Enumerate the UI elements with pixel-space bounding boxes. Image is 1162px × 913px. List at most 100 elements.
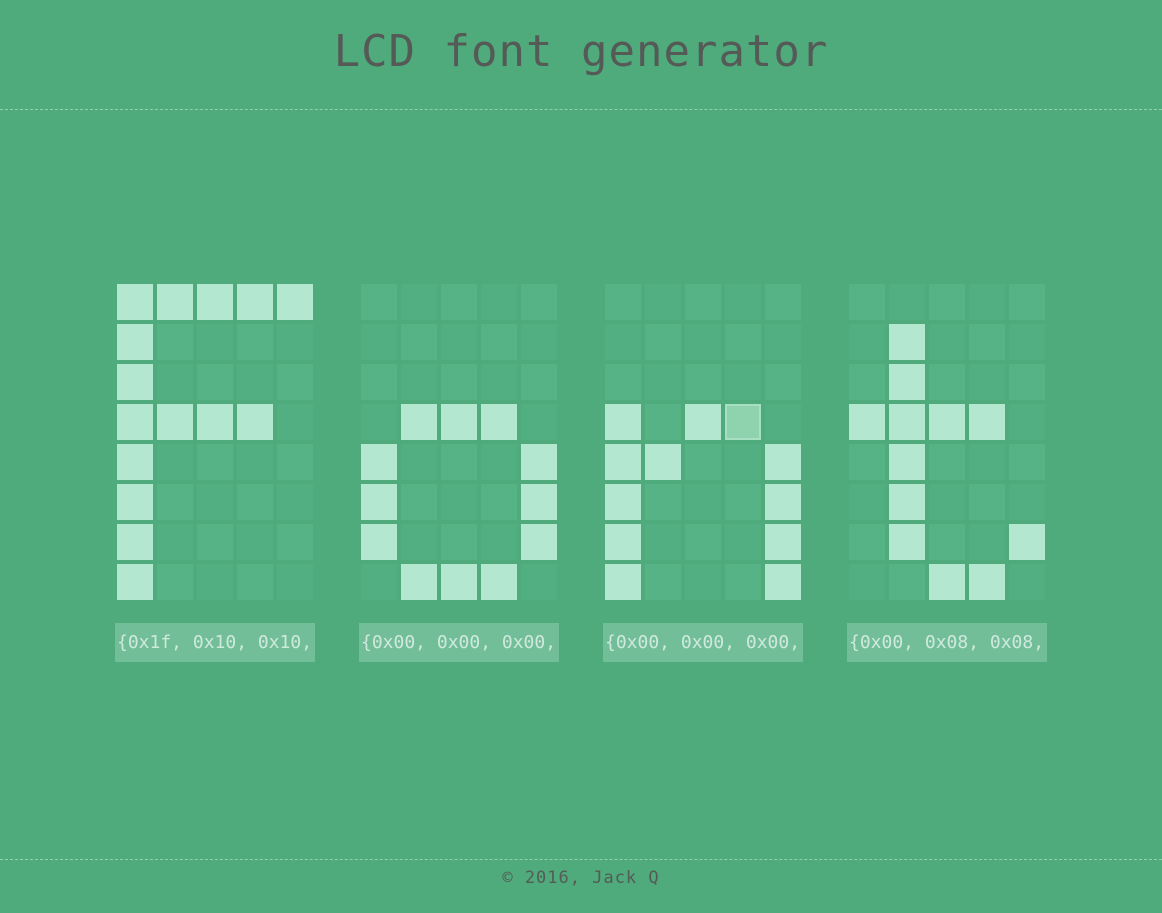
pixel-toggle[interactable]: [765, 404, 801, 440]
pixel-toggle[interactable]: [441, 284, 477, 320]
pixel-toggle[interactable]: [277, 444, 313, 480]
pixel-toggle[interactable]: [765, 324, 801, 360]
pixel-toggle[interactable]: [237, 324, 273, 360]
pixel-toggle[interactable]: [401, 484, 437, 520]
pixel-toggle[interactable]: [605, 324, 641, 360]
pixel-toggle[interactable]: [157, 404, 193, 440]
pixel-toggle[interactable]: [441, 484, 477, 520]
pixel-toggle[interactable]: [441, 524, 477, 560]
pixel-toggle[interactable]: [929, 284, 965, 320]
pixel-toggle[interactable]: [685, 444, 721, 480]
pixel-toggle[interactable]: [361, 404, 397, 440]
pixel-toggle[interactable]: [197, 444, 233, 480]
pixel-toggle[interactable]: [401, 564, 437, 600]
pixel-toggle[interactable]: [441, 364, 477, 400]
pixel-toggle[interactable]: [237, 404, 273, 440]
pixel-toggle[interactable]: [117, 484, 153, 520]
pixel-toggle[interactable]: [277, 324, 313, 360]
pixel-toggle[interactable]: [1009, 324, 1045, 360]
pixel-toggle[interactable]: [237, 484, 273, 520]
pixel-toggle[interactable]: [361, 444, 397, 480]
pixel-toggle[interactable]: [889, 324, 925, 360]
pixel-toggle[interactable]: [969, 404, 1005, 440]
pixel-toggle[interactable]: [157, 324, 193, 360]
pixel-toggle[interactable]: [521, 484, 557, 520]
pixel-toggle[interactable]: [645, 484, 681, 520]
pixel-toggle[interactable]: [521, 324, 557, 360]
pixel-toggle[interactable]: [481, 284, 517, 320]
pixel-toggle[interactable]: [725, 444, 761, 480]
pixel-toggle[interactable]: [157, 484, 193, 520]
glyph-2-hex-code-field[interactable]: [359, 623, 559, 662]
pixel-toggle[interactable]: [849, 324, 885, 360]
pixel-toggle[interactable]: [481, 444, 517, 480]
pixel-toggle[interactable]: [1009, 364, 1045, 400]
pixel-toggle[interactable]: [197, 404, 233, 440]
pixel-toggle[interactable]: [481, 364, 517, 400]
pixel-toggle[interactable]: [605, 524, 641, 560]
pixel-toggle[interactable]: [929, 524, 965, 560]
pixel-toggle[interactable]: [849, 524, 885, 560]
pixel-toggle[interactable]: [157, 444, 193, 480]
pixel-toggle[interactable]: [361, 364, 397, 400]
pixel-toggle[interactable]: [685, 484, 721, 520]
pixel-toggle[interactable]: [481, 524, 517, 560]
pixel-toggle[interactable]: [645, 444, 681, 480]
pixel-toggle[interactable]: [725, 284, 761, 320]
pixel-toggle[interactable]: [237, 524, 273, 560]
pixel-toggle[interactable]: [929, 564, 965, 600]
pixel-toggle[interactable]: [889, 284, 925, 320]
pixel-toggle[interactable]: [929, 444, 965, 480]
pixel-toggle[interactable]: [645, 324, 681, 360]
pixel-toggle[interactable]: [237, 364, 273, 400]
pixel-toggle[interactable]: [117, 404, 153, 440]
pixel-toggle[interactable]: [645, 564, 681, 600]
pixel-toggle[interactable]: [849, 444, 885, 480]
pixel-toggle[interactable]: [725, 404, 761, 440]
pixel-toggle[interactable]: [685, 284, 721, 320]
pixel-toggle[interactable]: [157, 564, 193, 600]
pixel-toggle[interactable]: [157, 364, 193, 400]
pixel-toggle[interactable]: [237, 564, 273, 600]
pixel-toggle[interactable]: [929, 404, 965, 440]
pixel-toggle[interactable]: [969, 364, 1005, 400]
pixel-toggle[interactable]: [441, 404, 477, 440]
pixel-toggle[interactable]: [197, 324, 233, 360]
pixel-toggle[interactable]: [645, 364, 681, 400]
pixel-toggle[interactable]: [1009, 564, 1045, 600]
pixel-toggle[interactable]: [849, 484, 885, 520]
pixel-toggle[interactable]: [1009, 444, 1045, 480]
pixel-toggle[interactable]: [237, 444, 273, 480]
pixel-toggle[interactable]: [685, 564, 721, 600]
pixel-toggle[interactable]: [969, 484, 1005, 520]
pixel-toggle[interactable]: [765, 564, 801, 600]
pixel-toggle[interactable]: [197, 284, 233, 320]
pixel-toggle[interactable]: [361, 284, 397, 320]
pixel-toggle[interactable]: [969, 324, 1005, 360]
pixel-toggle[interactable]: [929, 324, 965, 360]
pixel-toggle[interactable]: [481, 484, 517, 520]
pixel-toggle[interactable]: [645, 404, 681, 440]
pixel-toggle[interactable]: [849, 564, 885, 600]
pixel-toggle[interactable]: [889, 524, 925, 560]
pixel-toggle[interactable]: [605, 364, 641, 400]
pixel-toggle[interactable]: [521, 444, 557, 480]
pixel-toggle[interactable]: [521, 404, 557, 440]
pixel-toggle[interactable]: [849, 404, 885, 440]
pixel-toggle[interactable]: [117, 364, 153, 400]
pixel-toggle[interactable]: [521, 284, 557, 320]
pixel-toggle[interactable]: [157, 524, 193, 560]
pixel-toggle[interactable]: [481, 564, 517, 600]
pixel-toggle[interactable]: [969, 444, 1005, 480]
pixel-toggle[interactable]: [277, 284, 313, 320]
pixel-toggle[interactable]: [645, 284, 681, 320]
pixel-toggle[interactable]: [401, 524, 437, 560]
pixel-toggle[interactable]: [765, 364, 801, 400]
pixel-toggle[interactable]: [521, 364, 557, 400]
pixel-toggle[interactable]: [605, 564, 641, 600]
pixel-toggle[interactable]: [157, 284, 193, 320]
pixel-toggle[interactable]: [117, 564, 153, 600]
pixel-toggle[interactable]: [277, 364, 313, 400]
pixel-toggle[interactable]: [969, 564, 1005, 600]
pixel-toggle[interactable]: [929, 364, 965, 400]
